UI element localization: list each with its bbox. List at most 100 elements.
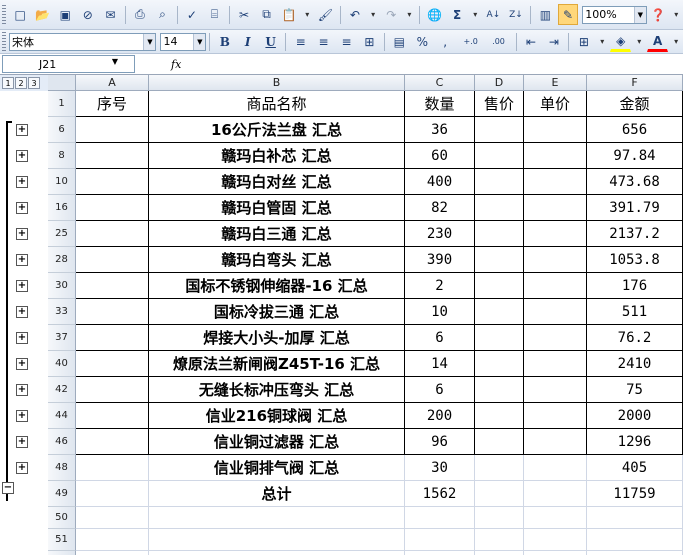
row-header[interactable]: 50 bbox=[48, 507, 76, 529]
amount-cell[interactable]: 656 bbox=[587, 117, 683, 143]
row-header[interactable]: 6 bbox=[48, 117, 76, 143]
total-label-cell[interactable]: 总计 bbox=[149, 481, 405, 507]
copy-icon[interactable]: ⧉ bbox=[256, 4, 277, 25]
format-painter-icon[interactable]: 🖌 bbox=[315, 4, 336, 25]
product-name-cell[interactable]: 信业铜过滤器 汇总 bbox=[149, 429, 405, 455]
table-cell[interactable] bbox=[475, 507, 524, 529]
chevron-down-icon[interactable]: ▼ bbox=[633, 6, 646, 23]
table-cell[interactable] bbox=[475, 325, 524, 351]
total-quantity-cell[interactable]: 1562 bbox=[405, 481, 475, 507]
quantity-cell[interactable]: 36 bbox=[405, 117, 475, 143]
print-preview-icon[interactable]: ⌕ bbox=[152, 4, 173, 25]
table-cell[interactable] bbox=[475, 195, 524, 221]
amount-cell[interactable]: 405 bbox=[587, 455, 683, 481]
borders-icon[interactable]: ⊞ bbox=[573, 31, 594, 52]
row-header[interactable]: 28 bbox=[48, 247, 76, 273]
table-cell[interactable] bbox=[149, 507, 405, 529]
quantity-cell[interactable]: 390 bbox=[405, 247, 475, 273]
expand-group-icon[interactable]: + bbox=[16, 254, 28, 266]
table-cell[interactable] bbox=[76, 117, 149, 143]
table-cell[interactable] bbox=[475, 455, 524, 481]
table-cell[interactable] bbox=[76, 221, 149, 247]
decrease-decimal-button[interactable]: .00 bbox=[486, 31, 512, 52]
table-cell[interactable] bbox=[475, 481, 524, 507]
toolbar-grip[interactable] bbox=[2, 31, 6, 52]
table-cell[interactable] bbox=[475, 551, 524, 555]
save-icon[interactable]: ▣ bbox=[55, 4, 76, 25]
row-header[interactable]: 33 bbox=[48, 299, 76, 325]
table-cell[interactable] bbox=[524, 247, 587, 273]
new-icon[interactable]: □ bbox=[10, 4, 31, 25]
hyperlink-icon[interactable]: 🌐 bbox=[424, 4, 445, 25]
autosum-icon[interactable]: Σ bbox=[447, 4, 468, 25]
table-cell[interactable] bbox=[524, 143, 587, 169]
row-header[interactable]: 44 bbox=[48, 403, 76, 429]
table-cell[interactable] bbox=[76, 195, 149, 221]
row-header[interactable]: 37 bbox=[48, 325, 76, 351]
column-header-f[interactable]: F bbox=[587, 75, 683, 91]
borders-dropdown-icon[interactable]: ▾ bbox=[596, 31, 608, 52]
underline-button[interactable]: U bbox=[260, 31, 281, 52]
font-color-icon[interactable]: A bbox=[647, 31, 669, 52]
fill-color-icon[interactable]: ◈ bbox=[610, 31, 632, 52]
formula-input[interactable] bbox=[189, 55, 683, 73]
outline-level-3-button[interactable]: 3 bbox=[28, 77, 40, 89]
undo-dropdown-icon[interactable]: ▾ bbox=[367, 4, 379, 25]
table-cell[interactable] bbox=[475, 351, 524, 377]
amount-cell[interactable]: 2137.2 bbox=[587, 221, 683, 247]
quantity-cell[interactable]: 96 bbox=[405, 429, 475, 455]
quantity-cell[interactable]: 6 bbox=[405, 325, 475, 351]
product-name-cell[interactable]: 赣玛白三通 汇总 bbox=[149, 221, 405, 247]
table-cell[interactable] bbox=[475, 169, 524, 195]
table-cell[interactable] bbox=[524, 507, 587, 529]
product-name-cell[interactable]: 信业铜排气阀 汇总 bbox=[149, 455, 405, 481]
table-cell[interactable] bbox=[524, 221, 587, 247]
product-name-cell[interactable]: 赣玛白弯头 汇总 bbox=[149, 247, 405, 273]
row-header[interactable]: 25 bbox=[48, 221, 76, 247]
amount-cell[interactable]: 75 bbox=[587, 377, 683, 403]
table-cell[interactable] bbox=[76, 325, 149, 351]
expand-group-icon[interactable]: + bbox=[16, 228, 28, 240]
chart-wizard-icon[interactable]: ▥ bbox=[535, 4, 556, 25]
column-header-a[interactable]: A bbox=[76, 75, 149, 91]
table-cell[interactable] bbox=[524, 481, 587, 507]
paste-icon[interactable]: 📋 bbox=[279, 4, 300, 25]
outline-level-2-button[interactable]: 2 bbox=[15, 77, 27, 89]
row-header[interactable]: 10 bbox=[48, 169, 76, 195]
table-cell[interactable] bbox=[524, 403, 587, 429]
merge-center-icon[interactable]: ⊞ bbox=[359, 31, 380, 52]
expand-group-icon[interactable]: + bbox=[16, 150, 28, 162]
amount-cell[interactable]: 511 bbox=[587, 299, 683, 325]
zoom-combo[interactable]: 100% ▼ bbox=[582, 5, 647, 24]
expand-group-icon[interactable]: + bbox=[16, 124, 28, 136]
product-name-cell[interactable]: 国标不锈钢伸缩器-16 汇总 bbox=[149, 273, 405, 299]
bold-button[interactable]: B bbox=[214, 31, 235, 52]
research-icon[interactable]: ⌸ bbox=[204, 4, 225, 25]
quantity-cell[interactable]: 30 bbox=[405, 455, 475, 481]
row-header[interactable]: 40 bbox=[48, 351, 76, 377]
quantity-cell[interactable]: 6 bbox=[405, 377, 475, 403]
row-header[interactable]: 49 bbox=[48, 481, 76, 507]
open-icon[interactable]: 📂 bbox=[32, 4, 53, 25]
currency-icon[interactable]: ▤ bbox=[389, 31, 410, 52]
table-cell[interactable] bbox=[475, 221, 524, 247]
expand-group-icon[interactable]: + bbox=[16, 462, 28, 474]
redo-dropdown-icon[interactable]: ▾ bbox=[404, 4, 416, 25]
product-name-cell[interactable]: 国标冷拔三通 汇总 bbox=[149, 299, 405, 325]
cut-icon[interactable]: ✂ bbox=[234, 4, 255, 25]
quantity-cell[interactable]: 400 bbox=[405, 169, 475, 195]
chevron-down-icon[interactable]: ▼ bbox=[143, 33, 156, 50]
comma-button[interactable]: , bbox=[435, 31, 456, 52]
percent-button[interactable]: % bbox=[412, 31, 433, 52]
product-name-cell[interactable]: 16公斤法兰盘 汇总 bbox=[149, 117, 405, 143]
table-cell[interactable] bbox=[76, 299, 149, 325]
table-cell[interactable] bbox=[76, 429, 149, 455]
table-cell[interactable] bbox=[475, 429, 524, 455]
expand-group-icon[interactable]: + bbox=[16, 306, 28, 318]
table-cell[interactable] bbox=[76, 551, 149, 555]
align-center-icon[interactable]: ≡ bbox=[313, 31, 334, 52]
header-cell[interactable]: 数量 bbox=[405, 91, 475, 117]
quantity-cell[interactable]: 14 bbox=[405, 351, 475, 377]
table-cell[interactable] bbox=[524, 169, 587, 195]
product-name-cell[interactable]: 信业216铜球阀 汇总 bbox=[149, 403, 405, 429]
